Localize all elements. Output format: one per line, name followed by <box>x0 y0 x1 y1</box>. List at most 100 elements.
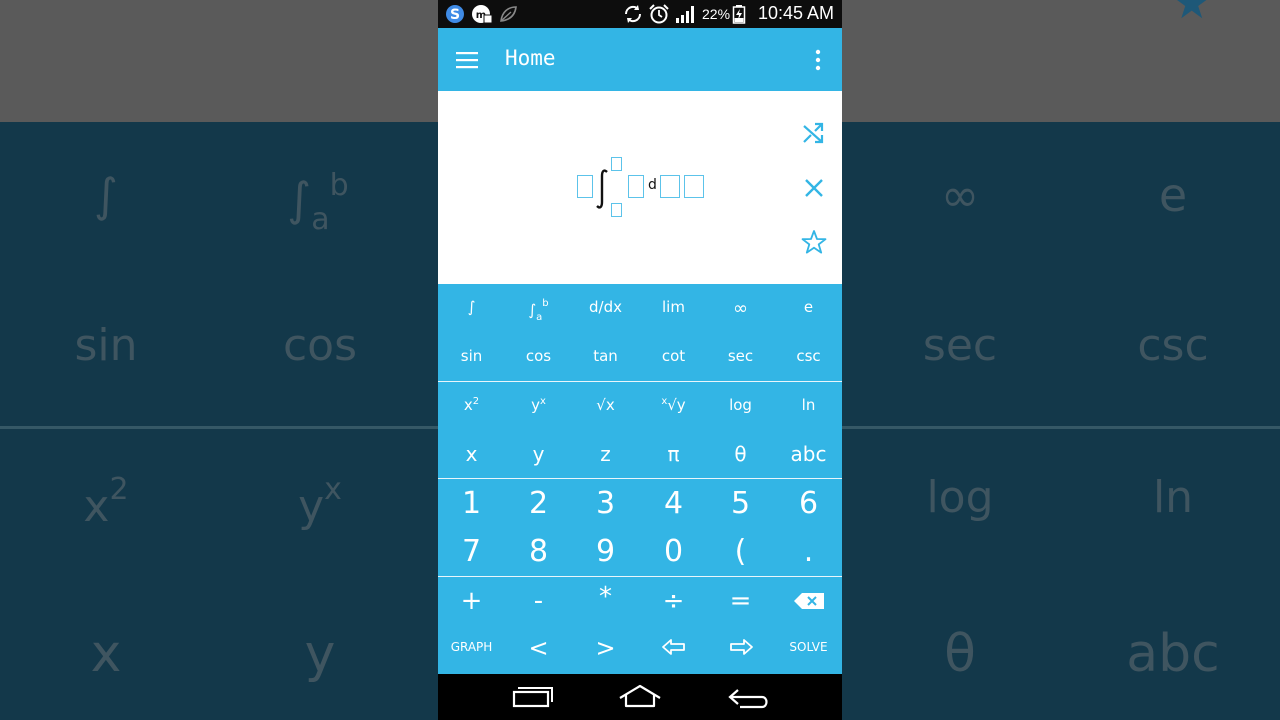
differential-d: d <box>648 177 657 193</box>
bg-x: x <box>90 624 122 684</box>
battery-percent: 22% <box>702 6 731 22</box>
bg-definite-integral: ∫ab <box>287 168 349 237</box>
key-sec[interactable]: sec <box>707 347 774 365</box>
key-derivative[interactable]: d/dx <box>572 298 639 316</box>
home-icon[interactable] <box>610 682 670 712</box>
bg-csc: csc <box>1137 320 1209 371</box>
key-ln[interactable]: ln <box>775 396 842 414</box>
key-e[interactable]: e <box>775 298 842 316</box>
bg-infinity: ∞ <box>940 168 980 222</box>
graph-button[interactable]: GRAPH <box>438 640 505 654</box>
alarm-icon <box>649 4 669 24</box>
key-limit[interactable]: lim <box>640 298 707 316</box>
bg-sin: sin <box>74 320 138 371</box>
svg-text:S: S <box>450 7 460 23</box>
key-5[interactable]: 5 <box>707 486 774 521</box>
messaging-app-icon: m <box>472 5 493 24</box>
bg-y-power: yx <box>298 472 342 532</box>
page-title: Home <box>505 46 556 70</box>
cursor-right-arrow-icon[interactable] <box>728 638 754 656</box>
key-cos[interactable]: cos <box>505 347 572 365</box>
key-minus[interactable]: - <box>505 586 572 616</box>
key-log[interactable]: log <box>707 396 774 414</box>
key-9[interactable]: 9 <box>572 534 639 569</box>
clock: 10:45 AM <box>757 3 834 23</box>
keypad-divider <box>438 381 842 382</box>
integral-sign-icon <box>596 169 608 209</box>
back-icon[interactable] <box>720 682 780 712</box>
bg-ln: ln <box>1152 472 1194 523</box>
system-navigation-bar <box>438 674 842 720</box>
key-3[interactable]: 3 <box>572 486 639 521</box>
phone-screen: S m 22% 10:45 AM Home d ∫ ∫ab d/dx lim ∞… <box>438 0 842 720</box>
expression-placeholder-left[interactable] <box>577 175 593 198</box>
key-multiply[interactable]: * <box>572 582 639 612</box>
app-bar: Home <box>438 28 842 91</box>
sync-icon <box>624 5 642 23</box>
cursor-left-arrow-icon[interactable] <box>661 638 687 656</box>
key-integral[interactable]: ∫ <box>438 298 505 316</box>
bg-cos: cos <box>282 320 358 371</box>
key-abc[interactable]: abc <box>775 442 842 466</box>
key-x[interactable]: x <box>438 442 505 466</box>
keypad-divider <box>438 576 842 577</box>
key-sin[interactable]: sin <box>438 347 505 365</box>
integrand-placeholder[interactable] <box>628 175 644 198</box>
key-divide[interactable]: ÷ <box>640 586 707 616</box>
overflow-menu-icon[interactable] <box>810 48 826 72</box>
bg-theta: θ <box>944 624 976 684</box>
shuffle-icon[interactable] <box>800 120 828 148</box>
solve-button[interactable]: SOLVE <box>775 640 842 654</box>
backspace-icon[interactable] <box>793 592 825 610</box>
keypad-divider <box>438 478 842 479</box>
bg-e: e <box>1158 168 1188 222</box>
key-6[interactable]: 6 <box>775 486 842 521</box>
key-1[interactable]: 1 <box>438 486 505 521</box>
key-decimal-point[interactable]: . <box>775 534 842 569</box>
key-tan[interactable]: tan <box>572 347 639 365</box>
key-4[interactable]: 4 <box>640 486 707 521</box>
variable-placeholder[interactable] <box>660 175 680 198</box>
key-z[interactable]: z <box>572 442 639 466</box>
key-y[interactable]: y <box>505 442 572 466</box>
favorite-star-icon[interactable] <box>800 228 828 256</box>
key-csc[interactable]: csc <box>775 347 842 365</box>
key-theta[interactable]: θ <box>707 442 774 466</box>
bg-y: y <box>304 624 336 684</box>
key-less-than[interactable]: < <box>505 634 572 662</box>
hamburger-menu-icon[interactable] <box>456 50 480 70</box>
expression-placeholder-right[interactable] <box>684 175 704 198</box>
key-greater-than[interactable]: > <box>572 634 639 662</box>
lower-limit-placeholder[interactable] <box>611 203 622 217</box>
expression-editor[interactable]: d <box>438 91 842 284</box>
bg-integral: ∫ <box>94 168 118 222</box>
key-definite-integral[interactable]: ∫ab <box>505 298 572 323</box>
key-x-squared[interactable]: x2 <box>438 396 505 414</box>
key-2[interactable]: 2 <box>505 486 572 521</box>
key-7[interactable]: 7 <box>438 534 505 569</box>
clear-close-icon[interactable] <box>800 174 828 202</box>
skype-s-icon: S <box>446 5 464 23</box>
bg-abc: abc <box>1126 624 1220 684</box>
key-pi[interactable]: π <box>640 442 707 466</box>
keypad: ∫ ∫ab d/dx lim ∞ e sin cos tan cot sec c… <box>438 284 842 674</box>
key-infinity[interactable]: ∞ <box>707 298 774 319</box>
key-open-paren[interactable]: ( <box>707 534 774 569</box>
leaf-icon <box>500 6 517 22</box>
key-0[interactable]: 0 <box>640 534 707 569</box>
status-bar: S m 22% 10:45 AM <box>438 0 842 28</box>
recent-apps-icon[interactable] <box>502 682 562 712</box>
key-y-power-x[interactable]: yx <box>505 396 572 414</box>
bg-x-squared: x2 <box>83 472 129 532</box>
key-equals[interactable]: = <box>707 586 774 616</box>
key-plus[interactable]: + <box>438 586 505 616</box>
key-square-root[interactable]: √x <box>572 396 639 414</box>
upper-limit-placeholder[interactable] <box>611 157 622 171</box>
key-nth-root[interactable]: x√y <box>640 396 707 414</box>
bg-sec: sec <box>922 320 998 371</box>
bg-log: log <box>926 472 994 523</box>
key-cot[interactable]: cot <box>640 347 707 365</box>
battery-charging-icon <box>732 5 746 24</box>
background-star-icon: ★ <box>1172 0 1212 29</box>
key-8[interactable]: 8 <box>505 534 572 569</box>
